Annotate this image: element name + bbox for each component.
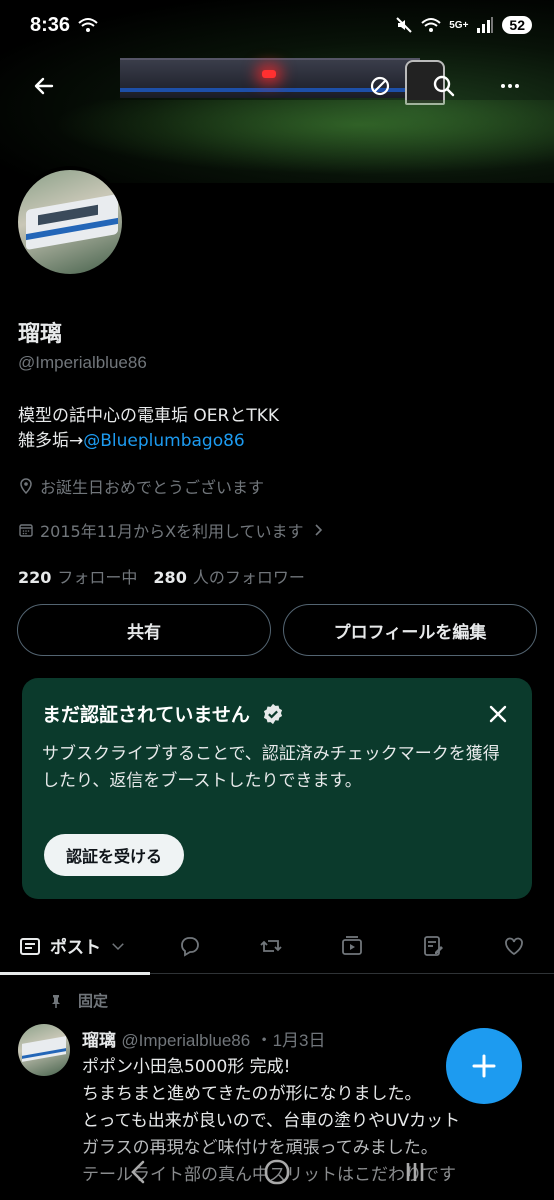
tab-likes[interactable]	[473, 918, 554, 974]
android-nav-bar	[0, 1144, 554, 1200]
pinned-label: 固定	[78, 992, 109, 1010]
tab-reposts[interactable]	[231, 918, 312, 974]
spam-icon	[370, 76, 390, 96]
joined-text: 2015年11月からXを利用しています	[40, 522, 304, 541]
following-count[interactable]: 220	[18, 568, 51, 587]
nav-back-icon	[131, 1160, 145, 1184]
verification-title: まだ認証されていません	[42, 704, 250, 726]
pin-icon	[52, 994, 60, 1008]
edit-profile-button[interactable]: プロフィールを編集	[283, 604, 537, 656]
post-avatar[interactable]	[18, 1024, 70, 1076]
nav-back-button[interactable]	[114, 1147, 164, 1197]
tab-media[interactable]	[311, 918, 392, 974]
status-right: 5G+ 52	[395, 16, 532, 34]
share-button[interactable]: 共有	[17, 604, 271, 656]
followers-label[interactable]: 人のフォロワー	[193, 564, 305, 588]
nav-recents-icon	[406, 1163, 424, 1181]
posts-tab-icon	[20, 937, 40, 955]
more-icon	[501, 84, 519, 88]
pinned-indicator: 固定	[48, 990, 108, 1011]
following-label[interactable]: フォロー中	[57, 564, 137, 588]
verification-title-row: まだ認証されていません	[42, 700, 512, 727]
post-handle: @Imperialblue86	[121, 1031, 251, 1050]
bio-line-2-prefix: 雑多垢→	[18, 431, 84, 451]
status-bar: 8:36 5G+ 52	[0, 0, 554, 50]
joined-row[interactable]: 2015年11月からXを利用しています	[18, 518, 326, 542]
status-left: 8:36	[30, 14, 98, 37]
close-icon	[489, 705, 507, 723]
tab-posts-label: ポスト	[50, 938, 101, 958]
nav-home-icon	[264, 1159, 290, 1185]
search-button[interactable]	[420, 62, 468, 110]
video-icon	[341, 935, 362, 955]
profile-avatar[interactable]	[14, 166, 126, 278]
chevron-down-icon	[112, 942, 124, 950]
bio-line-2: 雑多垢→@Blueplumbago86	[18, 429, 538, 454]
profile-bio: 模型の話中心の電車垢 OERとTKK 雑多垢→@Blueplumbago86	[18, 404, 538, 454]
network-type: 5G+	[449, 19, 469, 31]
spam-button[interactable]	[356, 62, 404, 110]
signal-icon	[477, 17, 494, 33]
location-text: お誕生日おめでとうございます	[40, 478, 265, 497]
plus-icon	[472, 1054, 496, 1078]
tab-replies[interactable]	[150, 918, 231, 974]
arrow-left-icon	[34, 77, 54, 95]
profile-handle: @Imperialblue86	[18, 353, 147, 372]
location-pin-icon	[20, 478, 32, 494]
status-time: 8:36	[30, 13, 71, 36]
follow-stats: 220 フォロー中 280 人のフォロワー	[18, 564, 315, 588]
post-date: ・1月3日	[255, 1031, 326, 1050]
profile-tabs: ポスト	[0, 918, 554, 975]
bio-line-1: 模型の話中心の電車垢 OERとTKK	[18, 406, 280, 426]
compose-post-button[interactable]	[446, 1028, 522, 1104]
display-name: 瑠璃	[18, 322, 63, 347]
wifi-icon	[421, 18, 441, 32]
close-verification-button[interactable]	[484, 700, 512, 728]
back-button[interactable]	[20, 62, 68, 110]
nav-recents-button[interactable]	[390, 1147, 440, 1197]
mute-icon	[396, 17, 412, 33]
followers-count[interactable]: 280	[153, 568, 186, 587]
battery-indicator: 52	[502, 16, 532, 34]
verification-body: サブスクライブすることで、認証済みチェックマークを獲得したり、返信をブーストした…	[42, 744, 500, 791]
like-icon	[504, 937, 523, 955]
search-icon	[433, 75, 455, 97]
wifi-question-icon	[78, 18, 98, 32]
get-verified-button[interactable]: 認証を受ける	[44, 834, 185, 876]
tab-posts[interactable]: ポスト	[0, 918, 150, 975]
post-header: 瑠璃 @Imperialblue86 ・1月3日	[82, 1026, 326, 1051]
post-author[interactable]: 瑠璃	[82, 1031, 116, 1051]
chevron-right-icon	[314, 524, 322, 536]
reply-icon	[181, 936, 200, 957]
tab-articles[interactable]	[392, 918, 473, 974]
nav-home-button[interactable]	[252, 1147, 302, 1197]
more-button[interactable]	[486, 62, 534, 110]
verification-card: まだ認証されていません サブスクライブすることで、認証済みチェックマークを獲得し…	[22, 678, 532, 899]
verified-badge-icon	[263, 703, 282, 724]
repost-icon	[260, 939, 282, 952]
post-line: とっても出来が良いので、台車の塗りやUVカット	[82, 1111, 461, 1131]
article-icon	[423, 935, 443, 956]
calendar-icon	[19, 524, 33, 537]
banner-tail-light	[262, 70, 276, 78]
bio-mention-link[interactable]: @Blueplumbago86	[83, 431, 245, 451]
location-row: お誕生日おめでとうございます	[18, 474, 264, 498]
